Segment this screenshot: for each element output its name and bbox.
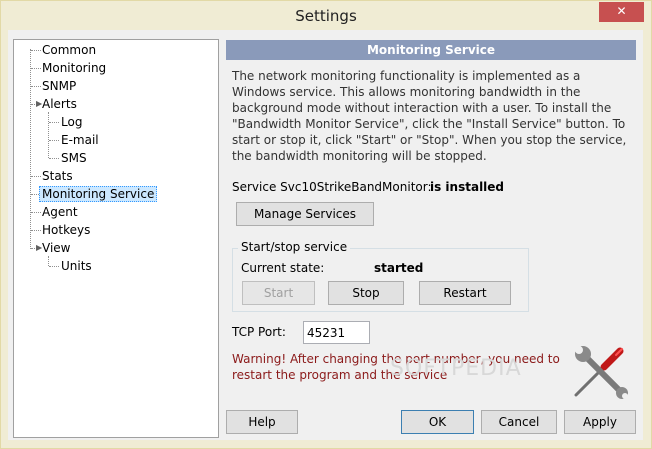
tree-item-monitoring-service[interactable]: Monitoring Service	[39, 186, 158, 202]
tree-item-view[interactable]: View	[40, 240, 72, 256]
tree-item-label: Stats	[42, 169, 73, 183]
start-button[interactable]: Start	[242, 281, 315, 305]
manage-services-button[interactable]: Manage Services	[236, 202, 374, 226]
tree-item-email[interactable]: E-mail	[59, 132, 101, 148]
ok-button[interactable]: OK	[401, 410, 474, 434]
tree-item-label: SNMP	[42, 79, 77, 93]
tree-item-alerts[interactable]: Alerts	[40, 96, 79, 112]
tree-item-units[interactable]: Units	[59, 258, 94, 274]
tree-item-common[interactable]: Common	[40, 42, 98, 58]
close-icon: ✕	[616, 4, 627, 18]
tree-item-hotkeys[interactable]: Hotkeys	[40, 222, 92, 238]
wrench-screwdriver-icon	[574, 346, 628, 399]
tree-item-label: Hotkeys	[42, 223, 91, 237]
watermark: SOFTPEDIA	[390, 356, 522, 381]
tcp-port-input[interactable]	[303, 321, 370, 344]
service-status: is installed	[430, 180, 505, 194]
tree-item-monitoring[interactable]: Monitoring	[40, 60, 108, 76]
current-state-value: started	[374, 261, 424, 275]
tree-connector	[48, 256, 49, 266]
tree-item-label: Monitoring Service	[39, 186, 158, 202]
tree-item-label: Agent	[42, 205, 78, 219]
tree-connector	[49, 266, 59, 267]
tree-connector	[49, 122, 59, 123]
tree-item-label: Units	[61, 259, 92, 273]
tree-connector	[49, 158, 59, 159]
tree-connector	[30, 49, 31, 249]
restart-button[interactable]: Restart	[419, 281, 511, 305]
tree-item-label: View	[42, 241, 71, 255]
settings-tree[interactable]: ▲ ▲ Common Monitoring SNMP Alerts Log E-…	[13, 39, 219, 438]
tree-item-label: E-mail	[61, 133, 99, 147]
tree-item-label: SMS	[61, 151, 87, 165]
tree-connector	[48, 112, 49, 158]
service-label: Service Svc10StrikeBandMonitor:	[232, 180, 432, 194]
current-state-label: Current state:	[241, 261, 325, 275]
stop-button[interactable]: Stop	[328, 281, 404, 305]
window-title: Settings	[295, 7, 357, 25]
tree-item-stats[interactable]: Stats	[40, 168, 75, 184]
tree-connector	[49, 140, 59, 141]
tree-item-label: Log	[61, 115, 83, 129]
close-button[interactable]: ✕	[599, 2, 644, 22]
tree-item-agent[interactable]: Agent	[40, 204, 80, 220]
panel-header: Monitoring Service	[226, 40, 636, 60]
tree-item-log[interactable]: Log	[59, 114, 84, 130]
tree-item-label: Monitoring	[42, 61, 107, 75]
apply-button[interactable]: Apply	[564, 410, 636, 434]
tree-item-snmp[interactable]: SNMP	[40, 78, 78, 94]
tree-item-label: Alerts	[42, 97, 77, 111]
tree-item-sms[interactable]: SMS	[59, 150, 89, 166]
start-stop-group-title: Start/stop service	[238, 240, 351, 254]
title-bar: Settings ✕	[1, 1, 651, 31]
cancel-button[interactable]: Cancel	[481, 410, 557, 434]
help-button[interactable]: Help	[226, 410, 298, 434]
tcp-port-label: TCP Port:	[232, 325, 286, 339]
tree-item-label: Common	[42, 43, 97, 57]
service-description: The network monitoring functionality is …	[232, 69, 627, 163]
